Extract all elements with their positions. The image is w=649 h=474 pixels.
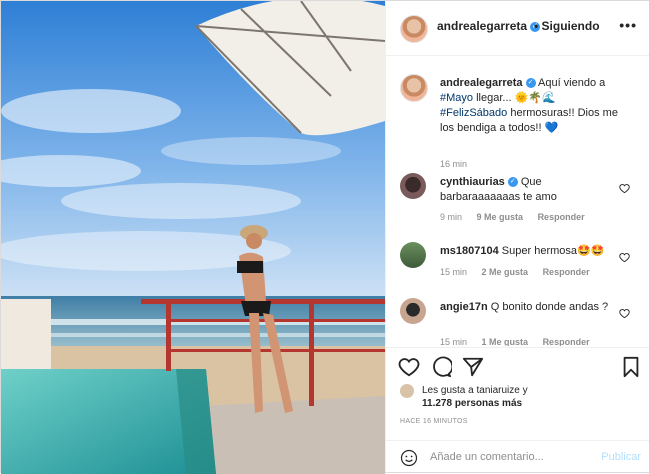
comment-username[interactable]: cynthiaurias <box>440 176 505 188</box>
instagram-post-window: andrealegarreta ✓ • Siguiendo ••• andreal… <box>0 0 649 474</box>
more-options-icon[interactable]: ••• <box>619 17 637 33</box>
add-comment-bar: Añade un comentario... Publicar <box>386 440 649 474</box>
comment-meta: 15 min 1 Me gusta Responder <box>440 337 602 346</box>
comment-input[interactable]: Añade un comentario... <box>430 451 544 463</box>
comment-meta: 9 min 9 Me gusta Responder <box>440 212 597 222</box>
comment-body: Super hermosa🤩🤩 <box>501 245 605 257</box>
liker-avatar[interactable] <box>400 384 414 398</box>
caption-avatar[interactable] <box>400 74 428 102</box>
hashtag-mayo[interactable]: #Mayo <box>440 92 473 104</box>
author-username[interactable]: andrealegarreta ✓ <box>437 19 541 33</box>
post-actions: Les gusta a taniaruize y 11.278 personas… <box>386 347 649 473</box>
comment-username[interactable]: ms1807104 <box>440 245 499 257</box>
comment-time[interactable]: 15 min <box>440 337 467 346</box>
likes-line1[interactable]: Les gusta a taniaruize y <box>422 384 622 397</box>
post-header: andrealegarreta ✓ • Siguiendo ••• <box>386 1 649 56</box>
caption-meta: 16 min <box>440 159 479 169</box>
like-heart-icon[interactable] <box>398 356 420 378</box>
reply-button[interactable]: Responder <box>543 337 590 346</box>
follow-status-text[interactable]: Siguiendo <box>542 19 600 33</box>
post-photo[interactable] <box>1 1 385 474</box>
save-bookmark-icon[interactable] <box>620 356 642 378</box>
caption-text-part2: llegar... 🌞🌴🌊 <box>476 92 556 104</box>
follow-status[interactable]: • Siguiendo <box>534 19 600 33</box>
comment-likes[interactable]: 1 Me gusta <box>482 337 529 346</box>
hashtag-felizsabado[interactable]: #FelizSábado <box>440 107 507 119</box>
comment-meta: 15 min 2 Me gusta Responder <box>440 267 602 277</box>
beach-pool-photo <box>1 1 385 474</box>
share-paper-plane-icon[interactable] <box>462 356 484 378</box>
likes-count[interactable]: 11.278 personas más <box>422 397 622 410</box>
emoji-icon[interactable] <box>400 449 418 467</box>
caption-username[interactable]: andrealegarreta <box>440 77 523 89</box>
comment-username[interactable]: angie17n <box>440 301 488 313</box>
like-comment-heart-icon[interactable] <box>619 252 630 263</box>
comment-time[interactable]: 9 min <box>440 212 462 222</box>
comment-avatar[interactable] <box>400 173 426 199</box>
caption-text-part1: Aquí viendo a <box>538 77 606 89</box>
reply-button[interactable]: Responder <box>538 212 585 222</box>
comment-likes[interactable]: 9 Me gusta <box>477 212 524 222</box>
comment-time[interactable]: 15 min <box>440 267 467 277</box>
post-side-panel: andrealegarreta ✓ • Siguiendo ••• andreal… <box>385 1 649 472</box>
like-comment-heart-icon[interactable] <box>619 308 630 319</box>
verified-icon: ✓ <box>507 177 518 188</box>
comment-likes[interactable]: 2 Me gusta <box>482 267 529 277</box>
comment-body: Q bonito donde andas ? <box>490 301 609 313</box>
comments-list[interactable]: andrealegarreta ✓ Aquí viendo a #Mayo lle… <box>386 56 649 346</box>
caption-time[interactable]: 16 min <box>440 159 467 169</box>
comment-bubble-icon[interactable] <box>430 356 452 378</box>
publish-button[interactable]: Publicar <box>601 451 641 463</box>
comment-avatar[interactable] <box>400 242 426 268</box>
reply-button[interactable]: Responder <box>543 267 590 277</box>
comment-text: cynthiaurias ✓ Que barbaraaaaaaas te amo <box>440 175 620 205</box>
caption-text: andrealegarreta ✓ Aquí viendo a #Mayo lle… <box>440 76 620 136</box>
comment-text: ms1807104 Super hermosa🤩🤩 <box>440 244 620 259</box>
like-comment-heart-icon[interactable] <box>619 183 630 194</box>
author-username-text[interactable]: andrealegarreta <box>437 19 527 33</box>
post-timestamp[interactable]: HACE 16 MINUTOS <box>400 418 468 425</box>
verified-icon: ✓ <box>525 78 536 89</box>
author-avatar[interactable] <box>400 15 428 43</box>
comment-avatar[interactable] <box>400 298 426 324</box>
comment-text: angie17n Q bonito donde andas ? <box>440 300 620 315</box>
